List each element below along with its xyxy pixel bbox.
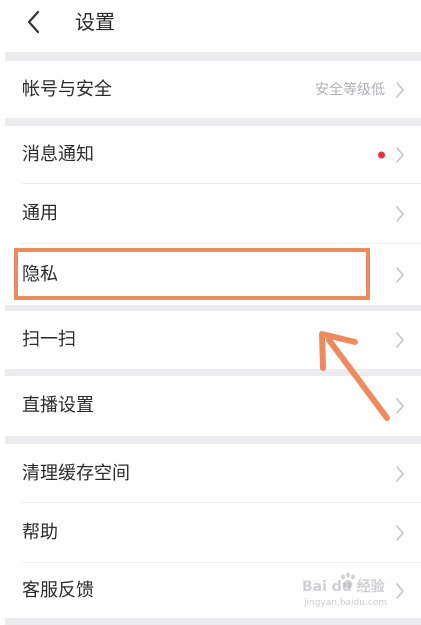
section-separator bbox=[5, 52, 421, 61]
settings-item-label: 扫一扫 bbox=[22, 329, 76, 350]
settings-item-label: 直播设置 bbox=[22, 395, 94, 416]
chevron-right-icon bbox=[395, 332, 405, 348]
settings-item-customer-feedback[interactable]: 客服反馈 bbox=[5, 563, 421, 618]
chevron-right-icon bbox=[395, 465, 405, 482]
section-separator bbox=[5, 436, 421, 444]
settings-item-label: 帐号与安全 bbox=[22, 78, 112, 100]
settings-item-account-security[interactable]: 帐号与安全 安全等级低 bbox=[5, 61, 421, 118]
settings-item-clear-cache[interactable]: 清理缓存空间 bbox=[5, 444, 421, 503]
settings-item-help[interactable]: 帮助 bbox=[5, 503, 421, 563]
chevron-right-icon bbox=[395, 525, 405, 541]
section-separator bbox=[5, 118, 421, 126]
settings-item-label: 消息通知 bbox=[22, 144, 94, 165]
section-separator bbox=[5, 369, 421, 376]
settings-item-label: 隐私 bbox=[22, 263, 58, 285]
chevron-right-icon bbox=[395, 81, 405, 98]
settings-item-label: 通用 bbox=[22, 203, 58, 224]
settings-item-privacy[interactable]: 隐私 bbox=[5, 244, 421, 305]
chevron-right-icon bbox=[395, 582, 405, 599]
page-title: 设置 bbox=[75, 10, 115, 34]
back-button[interactable] bbox=[20, 8, 48, 36]
settings-item-label: 客服反馈 bbox=[22, 579, 94, 601]
settings-item-live-settings[interactable]: 直播设置 bbox=[5, 376, 421, 436]
chevron-right-icon bbox=[395, 206, 405, 222]
chevron-right-icon bbox=[395, 398, 405, 414]
unread-dot-badge bbox=[378, 151, 385, 159]
settings-item-scan[interactable]: 扫一扫 bbox=[5, 311, 421, 369]
settings-item-label: 清理缓存空间 bbox=[22, 462, 130, 484]
chevron-right-icon bbox=[395, 147, 405, 163]
security-level-value: 安全等级低 bbox=[315, 81, 385, 98]
top-bar: 设置 bbox=[0, 0, 421, 52]
chevron-right-icon bbox=[395, 266, 405, 283]
settings-item-label: 帮助 bbox=[22, 522, 58, 543]
section-separator bbox=[5, 618, 421, 625]
settings-item-general[interactable]: 通用 bbox=[5, 184, 421, 244]
chevron-left-icon bbox=[20, 8, 48, 36]
settings-item-notifications[interactable]: 消息通知 bbox=[5, 126, 421, 184]
